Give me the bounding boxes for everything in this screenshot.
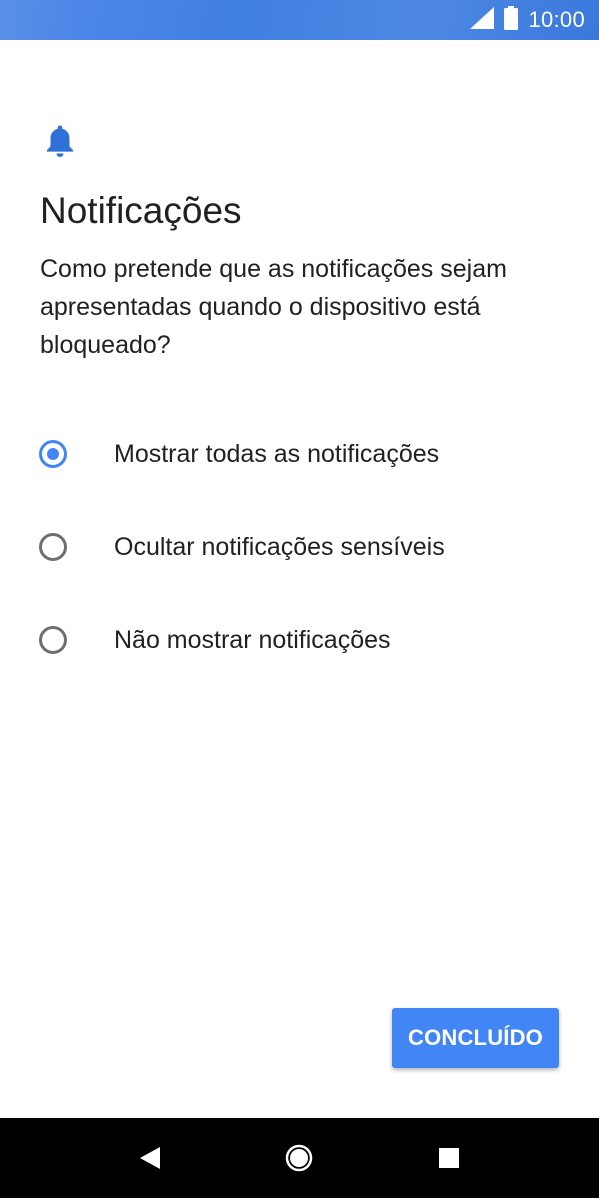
signal-icon (470, 6, 495, 34)
option-label: Ocultar notificações sensíveis (114, 532, 445, 561)
bell-icon (44, 124, 76, 158)
option-hide-sensitive[interactable]: Ocultar notificações sensíveis (0, 500, 599, 594)
page-subtitle: Como pretende que as notificações sejam … (40, 255, 507, 359)
radio-button[interactable] (39, 533, 67, 561)
status-time: 10:00 (528, 7, 585, 32)
status-bar: 10:00 (0, 0, 599, 40)
option-show-none[interactable]: Não mostrar notificações (0, 593, 599, 687)
option-label: Não mostrar notificações (114, 625, 391, 654)
battery-icon (504, 5, 519, 35)
option-show-all[interactable]: Mostrar todas as notificações (0, 407, 599, 501)
radio-button-selected[interactable] (39, 440, 67, 468)
status-icons: 10:00 (470, 0, 585, 40)
radio-button[interactable] (39, 626, 67, 654)
page-title: Notificações (40, 190, 242, 231)
option-label: Mostrar todas as notificações (114, 439, 440, 468)
navigation-bar (0, 1118, 599, 1198)
done-button[interactable]: CONCLUÍDO (392, 1008, 559, 1068)
recents-icon[interactable] (429, 1138, 469, 1178)
back-icon[interactable] (130, 1138, 170, 1178)
home-icon[interactable] (279, 1138, 319, 1178)
